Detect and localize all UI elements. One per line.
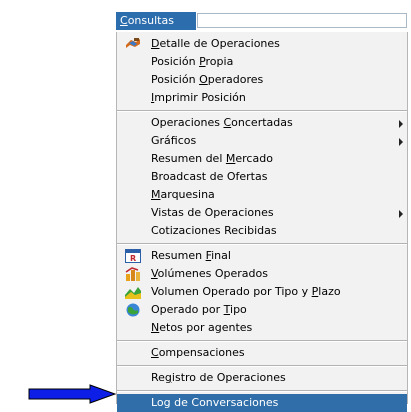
- menu-item-posicion-operadores[interactable]: Posición Operadores: [117, 71, 407, 89]
- submenu-arrow-icon: [399, 210, 403, 218]
- menu-separator: [117, 340, 407, 342]
- menu-item-registro-operaciones[interactable]: Registro de Operaciones: [117, 369, 407, 387]
- menu-item-broadcast-ofertas[interactable]: Broadcast de Ofertas: [117, 168, 407, 186]
- menu-item-detalle-operaciones[interactable]: Detalle de Operaciones: [117, 35, 407, 53]
- operations-icon: [126, 38, 140, 48]
- menu-item-volumen-operado-tipo-plazo[interactable]: Volumen Operado por Tipo y Plazo: [117, 283, 407, 301]
- menu-item-graficos[interactable]: Gráficos: [117, 132, 407, 150]
- submenu-arrow-icon: [399, 120, 403, 128]
- menu-item-operado-por-tipo[interactable]: Operado por Tipo: [117, 301, 407, 319]
- menu-item-compensaciones[interactable]: Compensaciones: [117, 344, 407, 362]
- menu-separator: [117, 110, 407, 112]
- menu-consultas[interactable]: Consultas: [116, 12, 196, 30]
- consultas-dropdown: Detalle de Operaciones Posición Propia P…: [116, 32, 408, 412]
- menu-item-posicion-propia[interactable]: Posición Propia: [117, 53, 407, 71]
- menu-title-rest: onsultas: [127, 14, 174, 27]
- menu-item-resumen-final[interactable]: R Resumen Final: [117, 247, 407, 265]
- menu-item-resumen-mercado[interactable]: Resumen del Mercado: [117, 150, 407, 168]
- menu-separator: [117, 365, 407, 367]
- submenu-arrow-icon: [399, 138, 403, 146]
- menu-bar: Consultas: [116, 12, 408, 30]
- menu-bar-field[interactable]: [197, 13, 407, 28]
- summary-r-icon: R: [125, 249, 141, 263]
- menu-item-log-conversaciones[interactable]: Log de Conversaciones: [117, 394, 407, 412]
- menu-item-vistas-operaciones[interactable]: Vistas de Operaciones: [117, 204, 407, 222]
- menu-separator: [117, 243, 407, 245]
- menu-item-operaciones-concertadas[interactable]: Operaciones Concertadas: [117, 114, 407, 132]
- menu-separator: [117, 390, 407, 392]
- menu-item-netos-por-agentes[interactable]: Netos por agentes: [117, 319, 407, 337]
- globe-icon: [126, 303, 140, 317]
- menu-title-mnemonic: C: [120, 14, 128, 27]
- volume-bars-icon: [125, 267, 140, 281]
- menu-item-imprimir-posicion[interactable]: Imprimir Posición: [117, 89, 407, 107]
- svg-text:R: R: [130, 254, 136, 263]
- menu-item-volumenes-operados[interactable]: Volúmenes Operados: [117, 265, 407, 283]
- menu-item-cotizaciones-recibidas[interactable]: Cotizaciones Recibidas: [117, 222, 407, 240]
- menu-item-marquesina[interactable]: Marquesina: [117, 186, 407, 204]
- pointer-arrow-icon: [28, 384, 117, 404]
- volume-type-icon: [125, 287, 141, 299]
